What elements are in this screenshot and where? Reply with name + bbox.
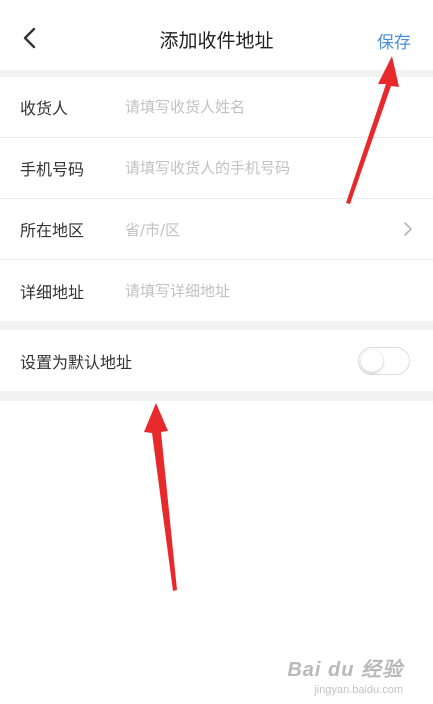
watermark-url: jingyan.baidu.com (314, 684, 403, 696)
watermark: Bai du 经验 jingyan.baidu.com (287, 653, 403, 696)
annotation-arrows (144, 56, 399, 591)
arrow-to-save (346, 56, 399, 204)
watermark-logo: Bai du 经验 (287, 659, 403, 681)
arrow-to-toggle (144, 403, 177, 591)
